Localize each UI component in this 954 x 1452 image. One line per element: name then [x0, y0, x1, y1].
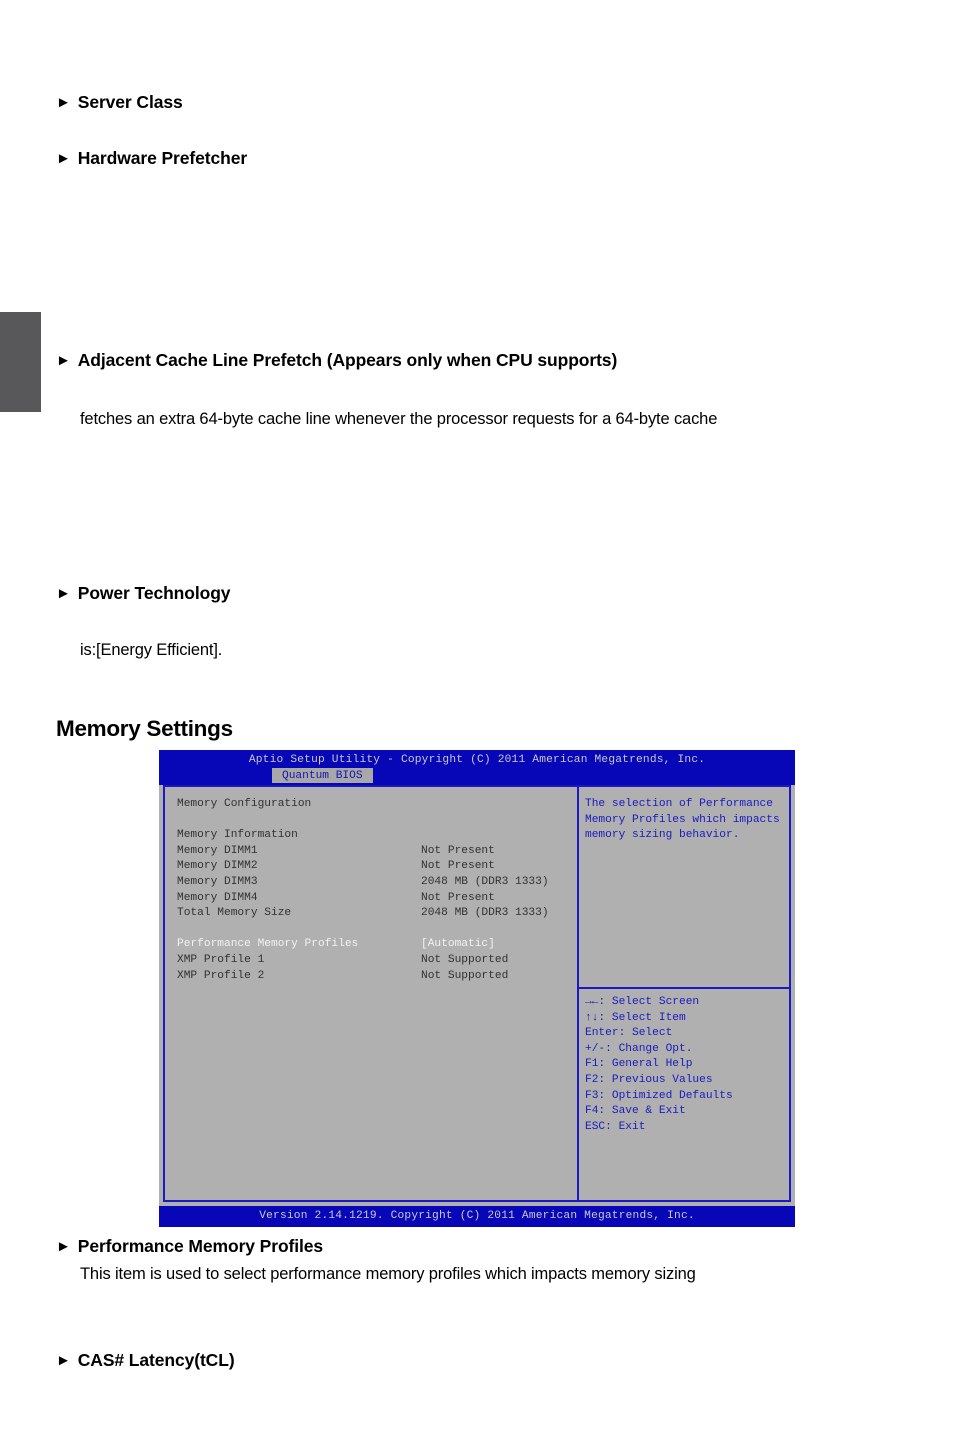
bios-key-hint: F3: Optimized Defaults [585, 1089, 733, 1102]
bios-setting-value: Not Present [421, 844, 495, 857]
bios-setting-label: Memory DIMM4 [177, 891, 258, 904]
bios-help-text: The selection of Performance Memory Prof… [585, 798, 780, 842]
bios-setting-label: Memory Information [177, 829, 298, 842]
bios-footer: Version 2.14.1219. Copyright (C) 2011 Am… [159, 1206, 795, 1227]
bios-key-hint: Enter: Select [585, 1027, 673, 1040]
bullet-label: Adjacent Cache Line Prefetch (Appears on… [77, 350, 618, 370]
bios-setting-label: Memory Configuration [177, 798, 312, 810]
bios-setting-value: Not Supported [421, 954, 509, 966]
bios-key-hint: F2: Previous Values [585, 1073, 713, 1086]
page-title: Memory Settings [56, 716, 233, 741]
bios-settings-panel: Memory Configuration Memory Information Me… [165, 787, 579, 1200]
bullet-cas-latency: ► CAS# Latency(tCL) [56, 1350, 235, 1371]
bullet-label: Hardware Prefetcher [77, 148, 248, 168]
bios-key-hint: F1: General Help [585, 1058, 693, 1071]
bios-setting-label: Memory DIMM2 [177, 860, 258, 873]
bios-setting-value: 2048 MB (DDR3 1333) [421, 907, 549, 920]
bios-key-hint: →←: Select Screen [585, 996, 700, 1008]
bios-version: Version 2.14.1219. Copyright (C) 2011 Am… [259, 1210, 695, 1222]
bullet-server-class: ► Server Class [56, 92, 183, 113]
bios-setting-label: XMP Profile 2 [177, 969, 265, 982]
bios-setting-value: Not Present [421, 860, 495, 873]
bios-setting-label: Memory DIMM3 [177, 876, 258, 888]
bullet-label: Power Technology [77, 583, 231, 603]
bullet-label: CAS# Latency(tCL) [77, 1350, 235, 1370]
bullet-hardware-prefetcher: ► Hardware Prefetcher [56, 148, 247, 169]
help-divider [579, 987, 789, 989]
section-edge-tab [0, 312, 41, 412]
bullet-label: Performance Memory Profiles [77, 1236, 324, 1256]
bios-setting-label: Memory DIMM1 [177, 844, 258, 857]
bios-setting-label: Performance Memory Profiles [177, 938, 359, 951]
bios-setting-value: Not Present [421, 891, 495, 904]
bios-help-panel: The selection of Performance Memory Prof… [579, 787, 789, 1200]
bullet-adjacent-cache-line-prefetch: ► Adjacent Cache Line Prefetch (Appears o… [56, 350, 617, 371]
bios-setting-value: [Automatic] [421, 938, 495, 951]
triangle-bullet-icon: ► [56, 352, 71, 369]
bios-key-hint: F4: Save & Exit [585, 1105, 686, 1118]
triangle-bullet-icon: ► [56, 1352, 71, 1369]
bios-titlebar: Aptio Setup Utility - Copyright (C) 2011… [159, 750, 795, 785]
performance-memory-profiles-description: This item is used to select performance … [80, 1265, 696, 1283]
bios-setting-value: Not Supported [421, 969, 509, 982]
adjacent-cache-description: fetches an extra 64-byte cache line when… [80, 410, 718, 428]
bullet-label: Server Class [77, 92, 183, 112]
bios-key-legend: →←: Select Screen ↑↓: Select Item Enter: S… [585, 995, 733, 1135]
bios-key-hint: ↑↓: Select Item [585, 1011, 686, 1024]
bios-setting-label: Total Memory Size [177, 907, 292, 920]
bios-key-hint: +/-: Change Opt. [585, 1042, 693, 1055]
bios-key-hint: ESC: Exit [585, 1120, 646, 1133]
power-technology-description: is:[Energy Efficient]. [80, 641, 223, 659]
triangle-bullet-icon: ► [56, 150, 71, 167]
bullet-performance-memory-profiles: ► Performance Memory Profiles [56, 1236, 323, 1257]
tab-quantum-bios[interactable]: Quantum BIOS [272, 768, 373, 783]
bios-setting-label: XMP Profile 1 [177, 954, 265, 966]
bios-title: Aptio Setup Utility - Copyright (C) 2011… [248, 754, 706, 766]
bios-setting-value: 2048 MB (DDR3 1333) [421, 876, 549, 888]
triangle-bullet-icon: ► [56, 1238, 71, 1255]
bios-body: Memory Configuration Memory Information Me… [163, 785, 791, 1202]
bullet-power-technology: ► Power Technology [56, 583, 231, 604]
triangle-bullet-icon: ► [56, 585, 71, 602]
triangle-bullet-icon: ► [56, 94, 71, 111]
bios-screenshot: Aptio Setup Utility - Copyright (C) 2011… [159, 750, 795, 1227]
